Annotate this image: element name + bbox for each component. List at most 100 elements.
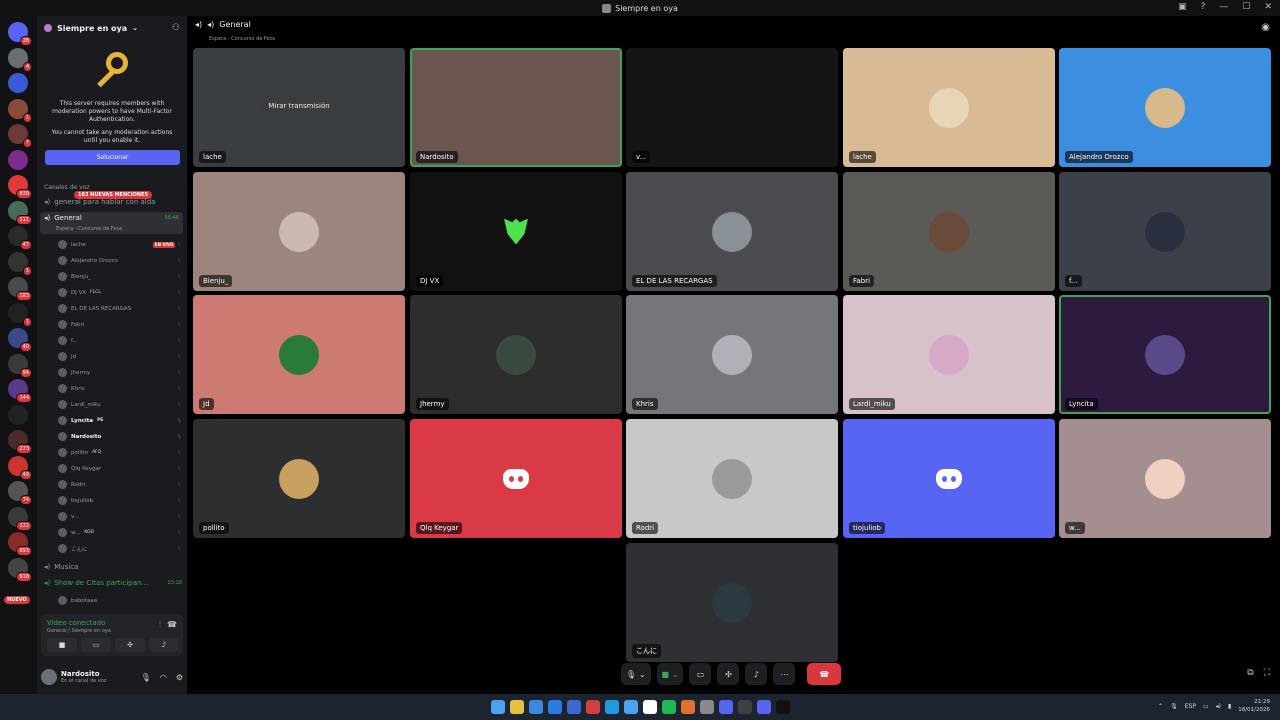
- mic-icon[interactable]: 🎙︎: [1170, 703, 1178, 710]
- voice-user[interactable]: EL DE LAS RECARGAS ⧵: [58, 302, 180, 315]
- minimize-button[interactable]: —: [1219, 2, 1228, 12]
- inbox-icon[interactable]: ▣: [1178, 2, 1187, 12]
- security-icon[interactable]: [585, 700, 600, 714]
- network-icon[interactable]: ▭: [1203, 703, 1209, 710]
- server-icon[interactable]: 1: [8, 302, 32, 327]
- fix-button[interactable]: Solucionar: [45, 150, 180, 165]
- volume-icon[interactable]: ◂): [1216, 703, 1221, 710]
- video-tile[interactable]: Mirar transmisión lache: [193, 48, 405, 167]
- server-icon[interactable]: 7: [8, 124, 32, 148]
- voice-user[interactable]: v... ⧵: [58, 510, 180, 523]
- voice-user[interactable]: Jd ⧵: [58, 350, 180, 363]
- video-tile[interactable]: w...: [1059, 419, 1271, 538]
- watch-stream-button[interactable]: Mirar transmisión: [260, 98, 338, 114]
- channel-musica[interactable]: ◂) Musica: [44, 563, 78, 571]
- mail-icon[interactable]: [566, 700, 581, 714]
- server-icon[interactable]: 839: [8, 175, 32, 199]
- voice-user[interactable]: DJ VX FLCL ⧵: [58, 286, 180, 299]
- share-screen-button[interactable]: ▭: [689, 663, 712, 685]
- maximize-button[interactable]: ☐: [1242, 2, 1250, 12]
- spotify-icon[interactable]: [661, 700, 676, 714]
- server-icon[interactable]: 183: [8, 277, 32, 301]
- chevron-down-icon[interactable]: ⌄: [639, 670, 646, 679]
- windows-start-icon[interactable]: [490, 700, 505, 714]
- video-tile[interactable]: Lardi_miku: [843, 295, 1055, 414]
- headphones-icon[interactable]: ◠: [160, 673, 167, 682]
- server-icon[interactable]: 918: [8, 557, 32, 582]
- file-explorer-icon[interactable]: [509, 700, 524, 714]
- battery-icon[interactable]: ▮: [1228, 703, 1231, 710]
- discord-icon[interactable]: [718, 700, 733, 714]
- disconnect-icon[interactable]: ☎: [167, 620, 177, 629]
- video-tile[interactable]: f...: [1059, 172, 1271, 291]
- server-icon[interactable]: [8, 149, 28, 170]
- voice-user[interactable]: Qlq Keygar ⧵: [58, 462, 180, 475]
- voice-user[interactable]: Jhermy ⧵: [58, 366, 180, 379]
- server-icon[interactable]: 273: [8, 430, 32, 454]
- popout-icon[interactable]: ⧉: [1247, 668, 1253, 678]
- voice-user[interactable]: こんに ⧵: [58, 542, 180, 555]
- video-tile[interactable]: pollito: [193, 419, 405, 538]
- server-icon[interactable]: [8, 404, 28, 425]
- chat-icon[interactable]: ◉: [1261, 22, 1270, 33]
- app-icon[interactable]: [680, 700, 695, 714]
- voice-user[interactable]: pollito AFQ ⧵: [58, 446, 180, 459]
- camera-button[interactable]: ■: [47, 638, 77, 652]
- camera-toggle-button[interactable]: ■ ⌄: [656, 663, 684, 685]
- server-icon[interactable]: 122: [8, 506, 32, 531]
- video-tile[interactable]: EL DE LAS RECARGAS: [626, 172, 838, 291]
- voice-user[interactable]: Fabri ⧵: [58, 318, 180, 331]
- fullscreen-icon[interactable]: ⛶: [1264, 668, 1270, 678]
- voice-user[interactable]: Rodri ⧵: [58, 478, 180, 491]
- voice-user[interactable]: tiojuliob ⧵: [58, 494, 180, 507]
- voice-user[interactable]: Bienju_ ⧵: [58, 270, 180, 283]
- voice-user[interactable]: f... ⧵: [58, 334, 180, 347]
- activities-button[interactable]: ✣: [115, 638, 145, 652]
- voice-user[interactable]: Lardi_miku ⧵: [58, 398, 180, 411]
- video-tile[interactable]: tiojuliob: [843, 419, 1055, 538]
- video-tile[interactable]: Jd: [193, 295, 405, 414]
- game-icon[interactable]: [737, 700, 752, 714]
- voice-user[interactable]: Alejandro Orozco ⧵: [58, 254, 180, 267]
- voice-user[interactable]: babotaaa: [58, 594, 180, 607]
- server-icon[interactable]: 94: [8, 353, 32, 378]
- server-icon[interactable]: 1: [8, 98, 32, 123]
- video-tile[interactable]: Qlq Keygar: [410, 419, 622, 538]
- server-icon[interactable]: 74: [8, 481, 32, 505]
- steam-icon[interactable]: [623, 700, 638, 714]
- server-header[interactable]: Siempre en oya ⌄ ⚇: [37, 16, 187, 40]
- voice-user[interactable]: lache EN VIVO ⧵: [58, 238, 180, 251]
- video-tile[interactable]: Khris: [626, 295, 838, 414]
- channel-general-voice[interactable]: ◂) General 56:46 Espera - Concurso de Fe…: [40, 212, 183, 234]
- edge-icon[interactable]: [604, 700, 619, 714]
- voice-user[interactable]: Khris ⧵: [58, 382, 180, 395]
- server-icon[interactable]: 47: [8, 226, 32, 250]
- voice-user[interactable]: Lyncita PE ⧵: [58, 414, 180, 427]
- noise-suppression-icon[interactable]: ⫶: [159, 620, 161, 630]
- server-icon[interactable]: 40: [8, 328, 32, 352]
- discord-icon[interactable]: [756, 700, 771, 714]
- chevron-up-icon[interactable]: ⌃: [1158, 703, 1163, 710]
- server-icon[interactable]: 144: [8, 379, 32, 403]
- channel-general-text[interactable]: ◂) general para hablar con alda: [44, 198, 155, 206]
- video-tile[interactable]: DJ VX: [410, 172, 622, 291]
- close-button[interactable]: ✕: [1264, 2, 1272, 12]
- video-tile[interactable]: lache: [843, 48, 1055, 167]
- channel-subtitle[interactable]: Espera - Concurso de Feos: [209, 36, 275, 42]
- soundboard-button[interactable]: ♪: [745, 663, 768, 685]
- chevron-down-icon[interactable]: ⌄: [672, 670, 679, 679]
- store-icon[interactable]: [547, 700, 562, 714]
- server-icon[interactable]: 4: [8, 47, 32, 72]
- video-tile[interactable]: Jhermy: [410, 295, 622, 414]
- soundboard-button[interactable]: ♪: [149, 638, 179, 652]
- disconnect-button[interactable]: ☎: [807, 663, 842, 685]
- clock[interactable]: 21:29 18/01/2026: [1238, 698, 1270, 714]
- video-tile[interactable]: こんに: [626, 543, 838, 662]
- more-button[interactable]: ⋯: [773, 663, 796, 685]
- video-tile[interactable]: Bienju_: [193, 172, 405, 291]
- server-icon[interactable]: 893: [8, 532, 32, 556]
- channel-show[interactable]: ◂) Show de CItas participan... 23:18: [44, 579, 182, 587]
- server-icon[interactable]: [8, 73, 28, 93]
- settings-icon[interactable]: [699, 700, 714, 714]
- invite-icon[interactable]: ⚇: [172, 23, 180, 33]
